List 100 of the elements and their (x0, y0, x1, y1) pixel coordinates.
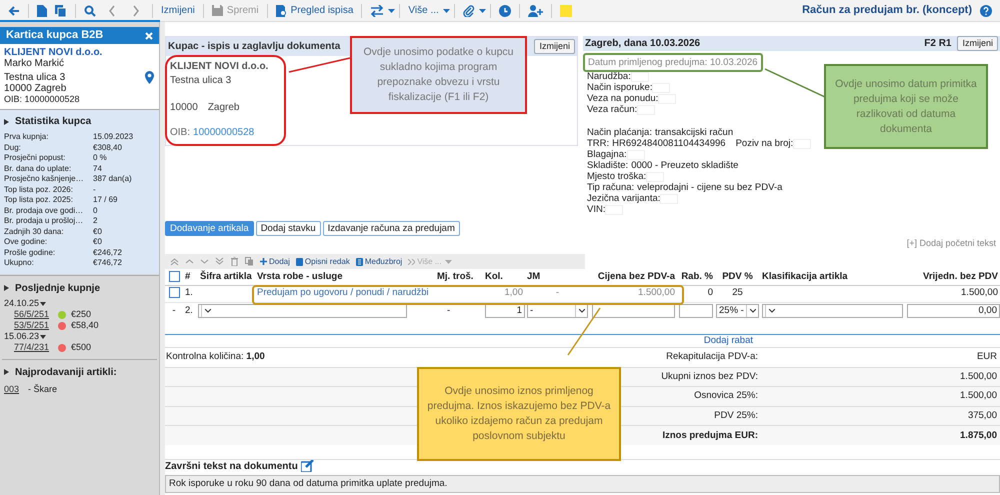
help-icon[interactable] (980, 4, 992, 16)
tab[interactable]: Izdavanje računa za predujam (322, 221, 460, 236)
caret-icon[interactable] (388, 8, 396, 12)
field-label: TRR: (587, 138, 610, 149)
stat-label: Prošle godine: (4, 248, 56, 257)
clock-icon[interactable] (498, 4, 511, 16)
document-icon[interactable] (37, 4, 47, 16)
customer-city: 10000 Zagreb (4, 83, 66, 94)
field-label: Blagajna: (587, 149, 627, 160)
control-quantity: Kontrolna količina: 1,00 (166, 351, 265, 362)
callout: Ovdje unosimo iznos primljenog predujma. Iznos iskazujemo bez PDV-a ukoliko izdajemo račun za predujam poslovnom subjektu (417, 367, 621, 461)
tab[interactable]: Dodaj stavku (256, 221, 321, 236)
caret-icon[interactable] (40, 302, 46, 306)
oib-link[interactable]: 10000000528 (193, 125, 254, 140)
invoice-link[interactable]: 77/4/231 (14, 342, 50, 352)
summary-value: 375,00 (968, 410, 997, 421)
invoice-link[interactable]: 56/5/251 (14, 309, 50, 320)
invoice-link[interactable]: 53/5/251 (14, 320, 50, 330)
add-discount-link[interactable]: Dodaj rabat (704, 334, 753, 348)
stat-value: 74 (93, 162, 102, 175)
table-cell: 25 (732, 287, 743, 298)
text-area[interactable]: Rok isporuke u roku 90 dana od datuma primitka uplate predujma. (165, 474, 1000, 493)
checkbox[interactable] (168, 287, 180, 298)
double-down-icon[interactable] (215, 257, 224, 266)
table-toolbar-button[interactable]: Dodaj (257, 256, 293, 268)
caret-icon[interactable] (442, 8, 450, 12)
callout: Ovdje unosimo podatke o kupcu sukladno kojima program prepoznake obvezu i vrstu fiskalizacije (F1 ili F2) (350, 36, 527, 114)
checkbox[interactable] (168, 270, 180, 282)
toolbar-button[interactable]: Više ... (404, 2, 443, 20)
search-icon[interactable] (84, 4, 96, 16)
dropdown[interactable] (198, 304, 407, 318)
field-value: veleprodajni - cijene su bez PDV-a (637, 182, 782, 193)
field-label: Veza račun: (587, 104, 638, 115)
purchase-amount: €58,40 (71, 319, 99, 332)
expand-triangle-icon[interactable] (4, 285, 9, 291)
stat-value: €0 (93, 226, 102, 238)
column-header: JM (527, 270, 540, 282)
summary-value: EUR (976, 351, 997, 362)
column-header: Mj. troš. (437, 270, 474, 282)
double-up-icon[interactable] (170, 257, 179, 266)
copy-icon[interactable] (245, 257, 254, 266)
input-field[interactable]: 0,00 (907, 304, 1000, 318)
stat-value: €308,40 (93, 142, 122, 154)
column-header: PDV % (722, 270, 753, 282)
summary-value: 1.500,00 (960, 370, 997, 382)
down-icon[interactable] (200, 257, 209, 266)
window-title: Račun za predujam br. (koncept) (802, 3, 972, 18)
expand-triangle-icon[interactable] (4, 369, 9, 375)
back-arrow-icon[interactable] (8, 4, 20, 16)
dropdown[interactable]: 25% - (716, 304, 759, 318)
dropdown[interactable] (762, 304, 903, 318)
add-intro-text-link[interactable]: [+] Dodaj početni tekst (906, 237, 996, 251)
table-cell: 0 (708, 287, 713, 298)
table-cell: - (172, 304, 176, 316)
table-toolbar-button[interactable]: Međuzbroj (352, 256, 406, 268)
summary-label: Osnovica 25%: (694, 390, 758, 402)
map-pin-icon[interactable] (145, 71, 154, 84)
edit-button[interactable]: Izmijeni (534, 39, 575, 54)
chevron-down-icon (768, 308, 774, 313)
edit-icon[interactable] (300, 460, 314, 472)
field-label: Veza na ponudu: (587, 93, 658, 104)
stat-label: Br. dana do uplate: (4, 164, 72, 173)
field-label: Narudžba: (587, 71, 631, 82)
leader-line (288, 57, 350, 73)
user-plus-icon[interactable] (528, 4, 543, 16)
stat-label: Prosječno kašnjenje… (4, 174, 84, 184)
field-label: Mjesto troška: (587, 171, 646, 182)
section-title: Statistika kupca (15, 115, 92, 129)
table-toolbar-button[interactable]: Opisni redak (292, 256, 353, 268)
stat-value: 0 (93, 204, 98, 217)
table-cell: 1.500,00 (961, 287, 998, 298)
expand-triangle-icon[interactable] (4, 118, 9, 124)
caret-icon[interactable] (40, 335, 46, 339)
stat-value: €746,72 (93, 257, 122, 270)
field-label: Način plaćanja: (587, 127, 652, 138)
column-header: # (185, 270, 190, 282)
close-icon[interactable] (145, 32, 153, 40)
table-cell: - (556, 287, 560, 298)
chevron-right-icon[interactable] (132, 4, 140, 16)
trash-icon[interactable] (230, 257, 239, 266)
customer-street: Testna ulica 3 (4, 72, 66, 83)
up-icon[interactable] (185, 257, 194, 266)
input-field[interactable] (679, 304, 713, 318)
chevron-left-icon[interactable] (108, 4, 116, 16)
toolbar-button[interactable]: Izmijeni (157, 2, 199, 20)
article-name: - Škare (28, 382, 58, 396)
print-preview-icon (276, 4, 287, 16)
article-code-link[interactable]: 003 (4, 384, 20, 394)
copy-icon[interactable] (55, 4, 67, 16)
toolbar-button[interactable]: Pregled ispisa (272, 2, 358, 20)
chevron-down-icon (578, 308, 584, 313)
swap-arrows-icon[interactable] (370, 4, 384, 16)
chevron-down-icon (204, 308, 210, 313)
caret-icon[interactable] (478, 8, 486, 12)
edit-button[interactable]: Izmijeni (957, 36, 998, 51)
field-value: HR6924840081104434996 (612, 138, 726, 149)
column-header: Šifra artikla (200, 270, 252, 282)
stat-value: 0 % (93, 152, 107, 164)
paperclip-icon[interactable] (462, 4, 475, 16)
leader-line (764, 68, 826, 98)
